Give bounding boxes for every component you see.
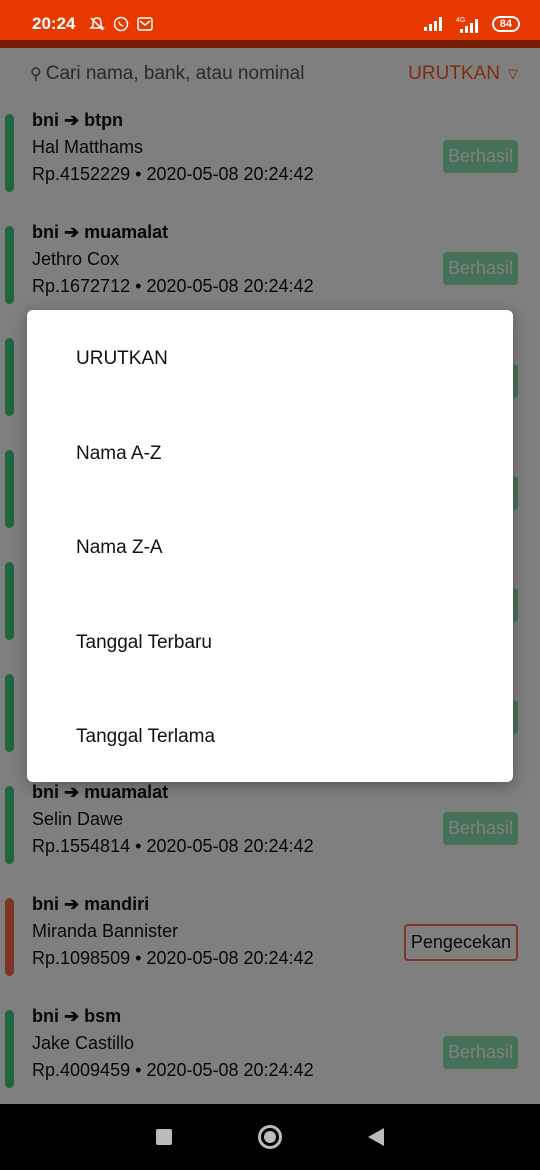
signal-4g-icon: 4G	[456, 17, 478, 33]
mail-icon	[137, 17, 154, 31]
whatsapp-icon	[114, 16, 129, 32]
sort-dialog: URUTKAN Nama A-Z Nama Z-A Tanggal Terbar…	[27, 310, 513, 782]
sort-option-name-asc[interactable]: Nama A-Z	[76, 443, 162, 465]
notification-icons	[89, 16, 154, 32]
battery-indicator: 84	[491, 16, 520, 32]
dialog-title: URUTKAN	[76, 348, 168, 369]
sort-option-date-newest[interactable]: Tanggal Terbaru	[76, 632, 212, 654]
back-icon[interactable]	[368, 1128, 384, 1146]
recent-apps-icon[interactable]	[156, 1129, 172, 1145]
sort-option-date-oldest[interactable]: Tanggal Terlama	[76, 726, 215, 748]
svg-text:4G: 4G	[456, 17, 465, 24]
bell-off-icon	[89, 17, 106, 31]
sort-option-name-desc[interactable]: Nama Z-A	[76, 537, 163, 559]
system-icons: 4G 84	[423, 15, 520, 33]
signal-icon	[423, 17, 442, 31]
navigation-bar	[0, 1104, 540, 1170]
home-icon[interactable]	[258, 1125, 282, 1149]
status-time: 20:24	[32, 14, 76, 33]
